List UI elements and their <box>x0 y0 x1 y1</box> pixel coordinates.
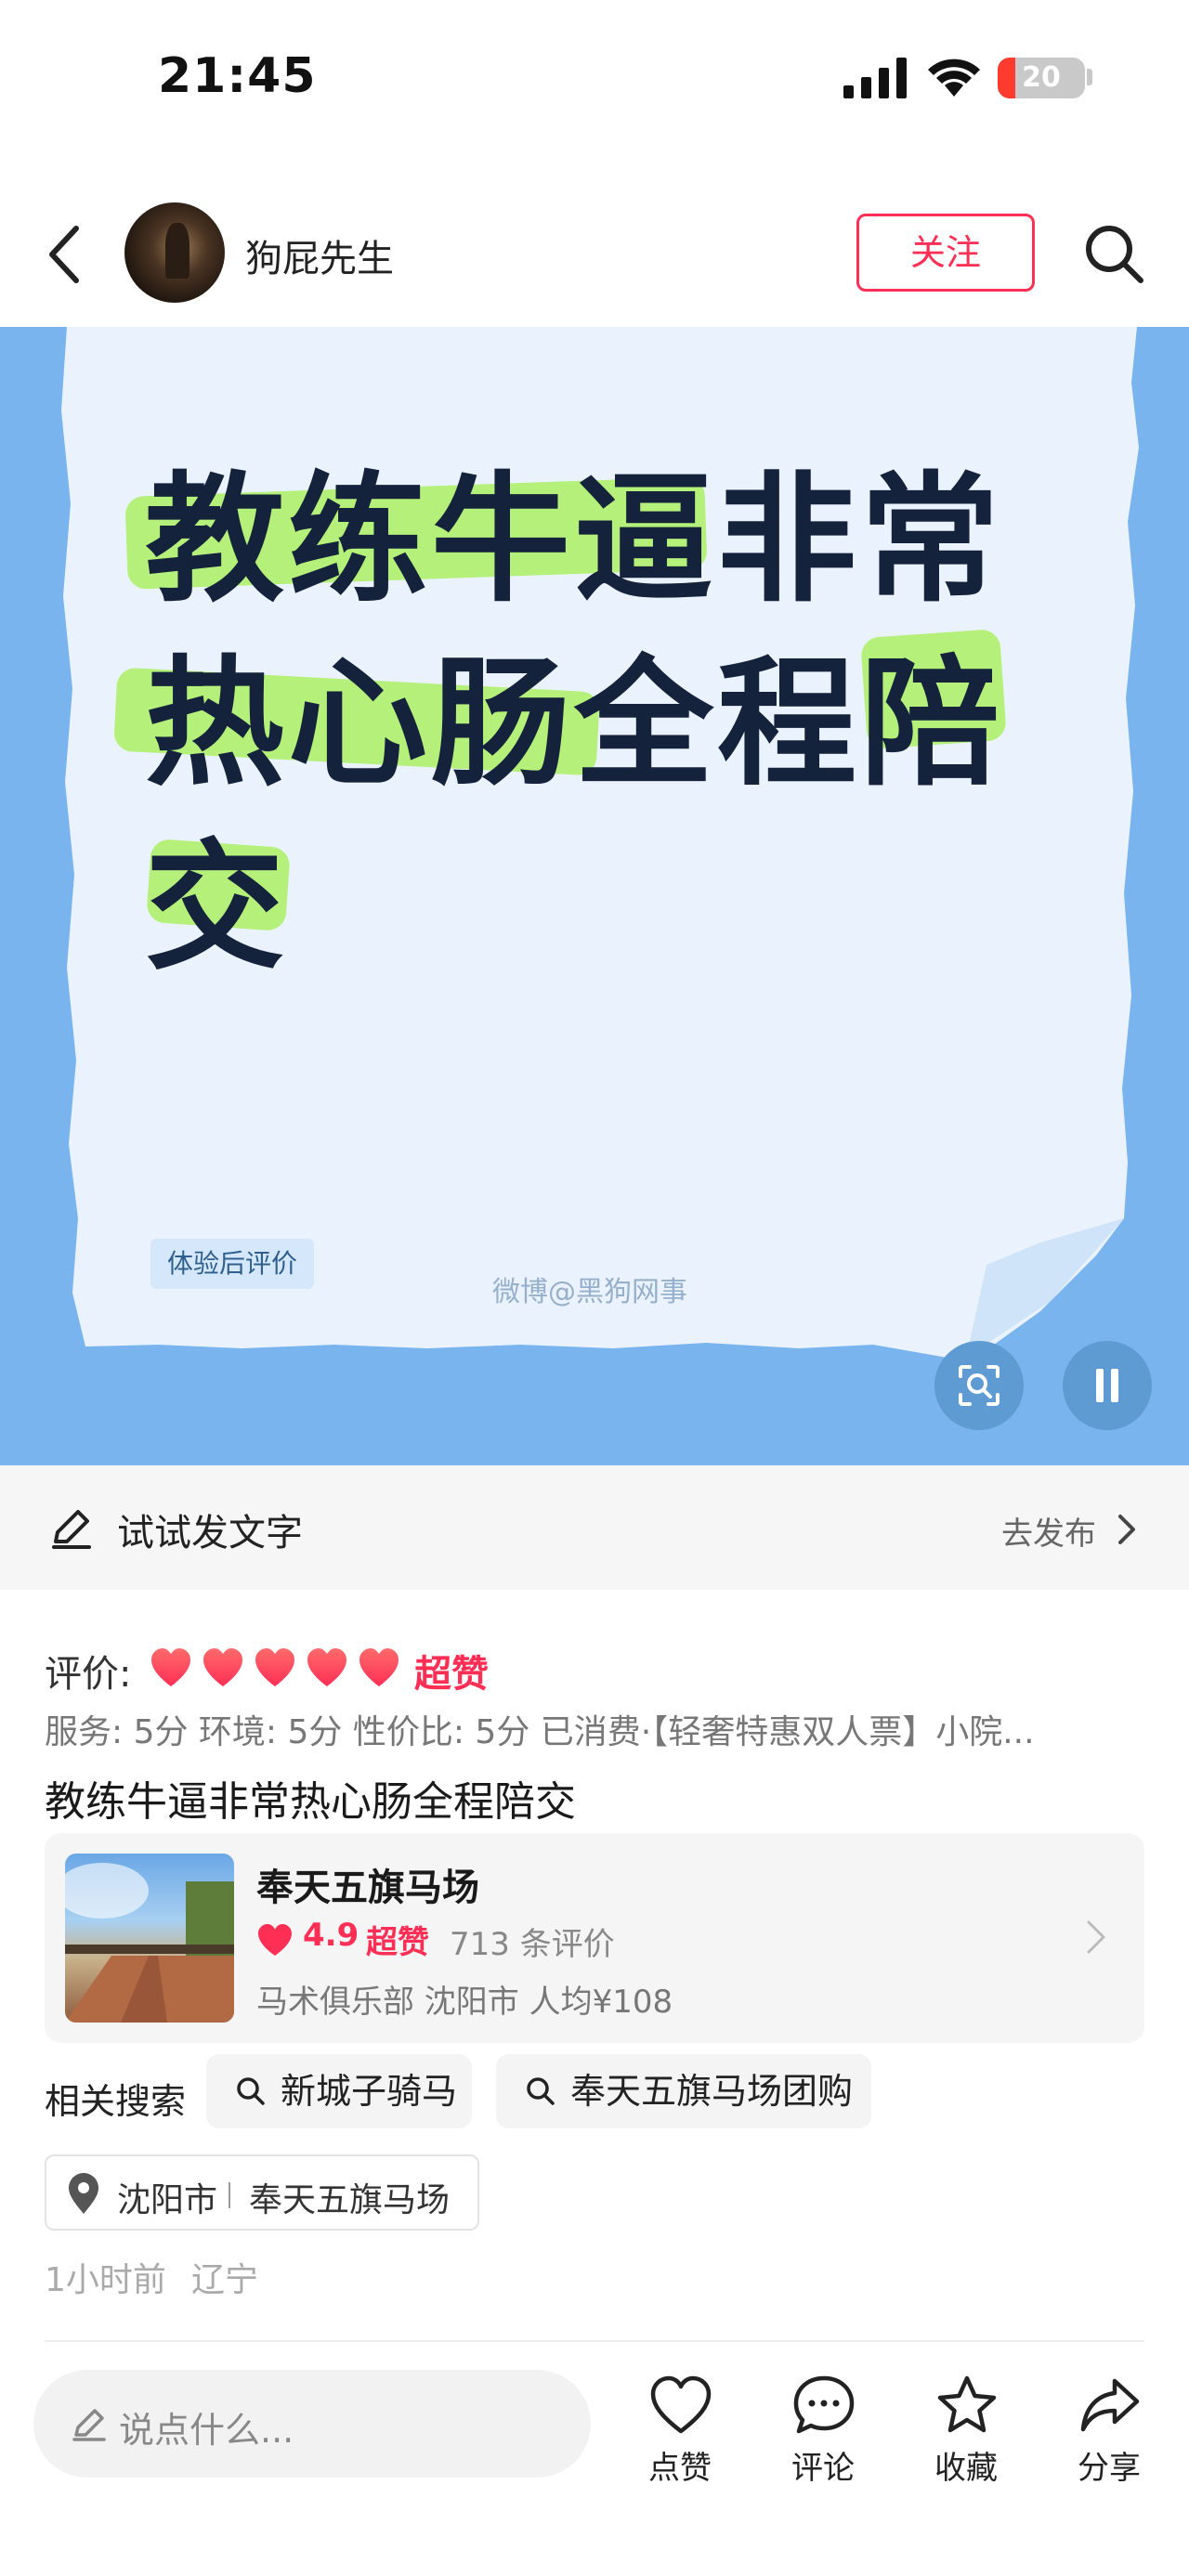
post-title: 教练牛逼非常热心肠全程陪交 <box>45 1778 576 1826</box>
location-city: 沈阳市 <box>117 2181 218 2219</box>
search-icon <box>527 2077 555 2105</box>
status-time: 21:45 <box>158 48 317 104</box>
rating-text: 超赞 <box>414 1653 489 1696</box>
comment-placeholder: 说点什么... <box>119 2410 294 2451</box>
favorite-button[interactable]: 收藏 <box>910 2374 1022 2487</box>
related-search-chip[interactable]: 新城子骑马 <box>206 2054 472 2128</box>
rating-heart-icon <box>203 1648 242 1686</box>
heart-rating-icon <box>258 1924 292 1956</box>
battery-percent: 20 <box>1022 61 1061 94</box>
comment-input[interactable]: 说点什么... <box>33 2370 591 2478</box>
chevron-right-icon <box>1087 1920 1105 1954</box>
poi-score-label: 超赞 <box>366 1924 429 1961</box>
battery-icon: 20 <box>998 58 1085 98</box>
review-tag: 体验后评价 <box>150 1239 315 1289</box>
user-name[interactable]: 狗屁先生 <box>245 228 394 282</box>
poi-card[interactable]: 奉天五旗马场 4.9 超赞 713 条评价 马术俱乐部 沈阳市 人均¥108 <box>45 1833 1144 2043</box>
star-icon <box>937 2375 997 2433</box>
scan-search-icon <box>959 1365 1000 1406</box>
location-place: 奉天五旗马场 <box>249 2181 451 2219</box>
chevron-right-icon <box>1118 1515 1135 1544</box>
pencil-icon <box>52 1510 91 1549</box>
divider <box>45 2340 1144 2342</box>
hero-text-line-3: 交 <box>145 827 289 989</box>
search-icon <box>237 2077 265 2105</box>
favorite-label: 收藏 <box>934 2450 998 2487</box>
poi-thumbnail <box>65 1854 234 2023</box>
wifi-icon <box>928 59 980 97</box>
related-search-chip-label: 奉天五旗马场团购 <box>570 2071 854 2112</box>
post-region: 辽宁 <box>191 2261 259 2299</box>
location-pin-icon <box>69 2173 98 2214</box>
location-separator <box>229 2182 230 2208</box>
comment-label: 评论 <box>791 2450 855 2487</box>
avatar[interactable] <box>124 202 225 303</box>
rating-heart-icon <box>307 1648 346 1686</box>
poi-review-count: 713 条评价 <box>450 1926 615 1963</box>
related-search-chip[interactable]: 奉天五旗马场团购 <box>496 2054 871 2128</box>
poi-photo <box>65 1863 234 2023</box>
post-image[interactable]: 教练牛逼非常 热心肠全程陪 交 体验后评价 微博@黑狗网事 <box>0 327 1189 1465</box>
follow-button[interactable]: 关注 <box>856 214 1035 292</box>
share-button[interactable]: 分享 <box>1053 2374 1165 2487</box>
compose-label: 试试发文字 <box>117 1512 303 1555</box>
heart-icon <box>650 2375 712 2434</box>
hero-text-line-2: 热心肠全程陪 <box>145 644 1004 805</box>
location-chip[interactable]: 沈阳市 奉天五旗马场 <box>45 2154 479 2231</box>
post-time: 1小时前 <box>45 2261 166 2299</box>
pencil-icon <box>72 2409 106 2441</box>
share-label: 分享 <box>1078 2450 1141 2487</box>
watermark: 微博@黑狗网事 <box>492 1276 687 1308</box>
search-icon[interactable] <box>1081 221 1146 286</box>
related-search-label: 相关搜索 <box>45 2081 187 2122</box>
share-icon <box>1080 2378 1140 2432</box>
rating-heart-icon <box>151 1648 190 1686</box>
related-search-chip-label: 新城子骑马 <box>281 2071 458 2112</box>
rating-label: 评价: <box>45 1653 132 1696</box>
battery-nub <box>1087 69 1092 85</box>
rating-details[interactable]: 服务: 5分 环境: 5分 性价比: 5分 已消费·【轻奢特惠双人票】小院... <box>45 1705 1159 1753</box>
rating-heart-icon <box>359 1648 399 1686</box>
rating-hearts <box>149 1646 401 1690</box>
hero-text-line-1: 教练牛逼非常 <box>145 460 1004 621</box>
image-search-button[interactable] <box>934 1341 1024 1430</box>
poi-name: 奉天五旗马场 <box>256 1867 479 1909</box>
like-button[interactable]: 点赞 <box>624 2374 736 2487</box>
rating-heart-icon <box>255 1648 294 1686</box>
poi-meta: 马术俱乐部 沈阳市 人均¥108 <box>256 1984 673 2021</box>
publish-link[interactable]: 去发布 <box>1001 1508 1096 1554</box>
poi-score: 4.9 <box>303 1917 359 1954</box>
comment-button[interactable]: 评论 <box>767 2374 879 2487</box>
like-label: 点赞 <box>648 2450 712 2487</box>
compose-bar[interactable]: 试试发文字 去发布 <box>0 1465 1189 1590</box>
cellular-signal-icon <box>843 58 907 98</box>
comment-icon <box>793 2375 855 2434</box>
back-arrow-icon[interactable] <box>41 221 87 288</box>
pause-icon <box>1096 1369 1118 1402</box>
pause-button[interactable] <box>1063 1341 1152 1430</box>
